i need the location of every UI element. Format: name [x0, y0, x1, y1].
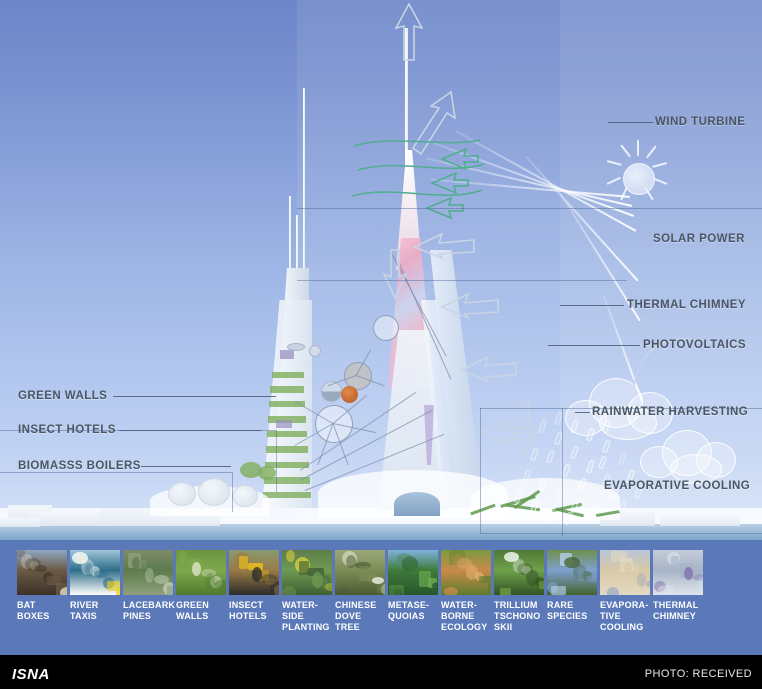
thumbnail-thermal-chimney[interactable] [653, 550, 703, 595]
leader-line-thermal-chimney [560, 305, 624, 306]
orb-disc [287, 343, 305, 351]
thumbnail-insect-hotels[interactable] [229, 550, 279, 595]
thumbnail-trillium-tschonoskii[interactable] [494, 550, 544, 595]
thumbnail-metase-quoias[interactable] [388, 550, 438, 595]
tree-cluster [198, 478, 230, 506]
rain-drop [537, 419, 548, 434]
rain-drop [585, 427, 596, 442]
tree-cluster [168, 482, 196, 506]
leader-line-insect-hotels [119, 430, 261, 431]
label-rainwater-harvesting: RAINWATER HARVESTING [592, 406, 749, 418]
sun-icon [623, 163, 655, 195]
solar-arrow-left-c [460, 355, 518, 383]
orb-orange [341, 386, 358, 403]
thumbnail-caption-insect-hotels: INSECT HOTELS [229, 600, 267, 621]
thumbnail-water-side-planting[interactable] [282, 550, 332, 595]
thumbnail-bat-boxes[interactable] [17, 550, 67, 595]
architectural-rendering: GREEN WALLS INSECT HOTELS BIOMASSS BOILERS… [0, 0, 762, 540]
thumbnail-green-walls[interactable] [176, 550, 226, 595]
leader-line-green-walls [113, 396, 276, 397]
thumbnail-evaporative-cooling[interactable] [600, 550, 650, 595]
thumbnail-caption-lacebark-pines: LACEBARK PINES [123, 600, 176, 621]
rain-drop [617, 451, 628, 466]
thumbnail-strip: BAT BOXES RIVER TAXIS LACEBARK PINES GREEN … [0, 540, 762, 655]
thumbnail-caption-water-side-planting: WATER- SIDE PLANTING [282, 600, 330, 632]
label-wind-turbine: WIND TURBINE [655, 116, 746, 128]
footer-bar: ISNA PHOTO: RECEIVED [0, 661, 762, 689]
thumbnail-caption-green-walls: GREEN WALLS [176, 600, 210, 621]
thumbnail-water-borne-ecology[interactable] [441, 550, 491, 595]
thumbnail-river-taxis[interactable] [70, 550, 120, 595]
rain-drop [569, 419, 580, 434]
leader-line-photovoltaics [548, 345, 640, 346]
thumbnail-caption-rare-species: RARE SPECIES [547, 600, 588, 621]
green-roof-tree [258, 466, 276, 480]
thumbnail-caption-thermal-chimney: THERMAL CHIMNEY [653, 600, 699, 621]
leader-line-biomasss-boilers [141, 466, 231, 467]
skyline-block [660, 516, 740, 526]
thumbnail-caption-river-taxis: RIVER TAXIS [70, 600, 99, 621]
photo-credit: PHOTO: RECEIVED [644, 668, 752, 680]
thumbnail-lacebark-pines[interactable] [123, 550, 173, 595]
skyline-block [160, 515, 220, 526]
airflow-arrow-up [392, 2, 426, 62]
rain-drop [569, 445, 580, 460]
label-insect-hotels: INSECT HOTELS [18, 424, 116, 436]
rain-drop [597, 455, 608, 470]
wind-turbine-wheel [373, 315, 399, 341]
thumbnail-caption-chinese-dove-tree: CHINESE DOVE TREE [335, 600, 377, 632]
label-thermal-chimney: THERMAL CHIMNEY [627, 299, 746, 311]
leader-line-rainwater-harvesting [575, 412, 590, 413]
dome [394, 492, 440, 516]
thumbnail-caption-metase-quoias: METASE- QUOIAS [388, 600, 430, 621]
label-photovoltaics: PHOTOVOLTAICS [643, 339, 746, 351]
chimney-arrow-down [382, 248, 408, 300]
thumbnail-caption-evaporative-cooling: EVAPORA- TIVE COOLING [600, 600, 649, 632]
rain-drop [585, 459, 596, 474]
orb-small [309, 345, 321, 357]
rainfall-arrow-down [510, 400, 538, 460]
skyline-block [0, 518, 40, 527]
thumbnail-caption-bat-boxes: BAT BOXES [17, 600, 50, 621]
thumbnail-rare-species[interactable] [547, 550, 597, 595]
water-band [0, 524, 762, 540]
thumbnail-caption-water-borne-ecology: WATER- BORNE ECOLOGY [441, 600, 488, 632]
label-solar-power: SOLAR POWER [653, 233, 745, 245]
leader-line-wind-turbine [608, 122, 653, 123]
thumbnail-caption-trillium-tschonoskii: TRILLIUM TSCHONO SKII [494, 600, 541, 632]
rain-drop [561, 463, 572, 478]
screenshot-root: GREEN WALLS INSECT HOTELS BIOMASSS BOILERS… [0, 0, 762, 689]
rain-drop [545, 449, 556, 464]
label-green-walls: GREEN WALLS [18, 390, 108, 402]
label-evaporative-cooling: EVAPORATIVE COOLING [604, 480, 751, 492]
isna-logo: ISNA [12, 666, 50, 683]
tree-cluster [232, 485, 258, 507]
solar-arrow-left-a [411, 232, 476, 260]
solar-arrow-left-b [440, 292, 500, 320]
skyline-block [30, 512, 110, 526]
rain-drop [601, 439, 612, 454]
rain-drop [601, 419, 612, 434]
thumbnail-chinese-dove-tree[interactable] [335, 550, 385, 595]
label-biomasss-boilers: BIOMASSS BOILERS [18, 460, 141, 472]
